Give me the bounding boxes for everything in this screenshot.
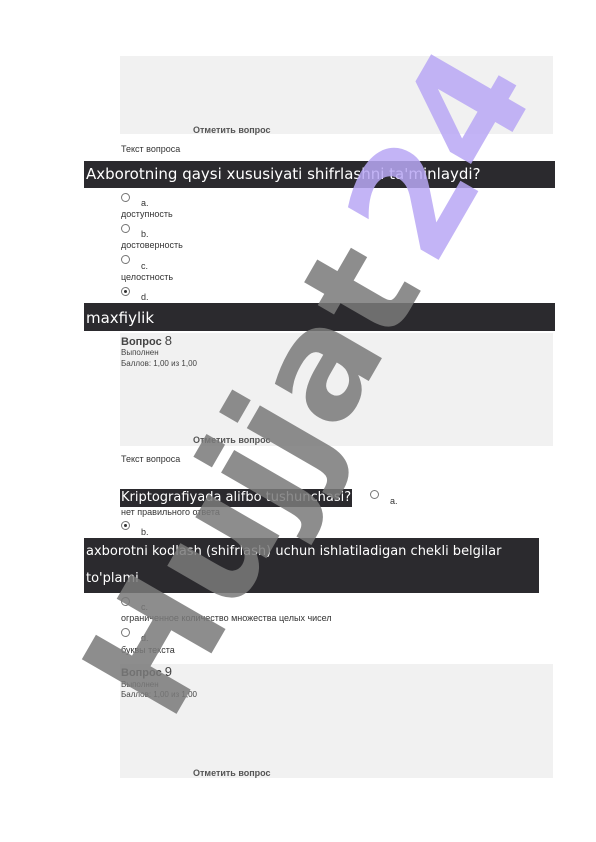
flag-question-link[interactable]: Отметить вопрос: [193, 125, 271, 135]
question-text: Axborotning qaysi xususiyati shifrlashni…: [84, 161, 555, 188]
answer-radio-a[interactable]: [370, 490, 379, 499]
flag-question-link[interactable]: Отметить вопрос: [193, 435, 271, 445]
question-info-panel: [120, 333, 553, 446]
question-status: Выполнен: [121, 680, 159, 689]
question-status: Выполнен: [121, 348, 159, 357]
question-text-label: Текст вопроса: [121, 454, 181, 464]
answer-radio-c[interactable]: [121, 597, 130, 606]
answer-radio-b-selected[interactable]: [121, 521, 130, 530]
selected-answer-text[interactable]: axborotni kodlash (shifrlash) uchun ishl…: [84, 538, 539, 593]
answer-label[interactable]: буквы текста: [121, 645, 175, 655]
answer-label[interactable]: ограниченное количество множества целых …: [121, 613, 332, 623]
question-heading: Вопрос 8: [121, 333, 172, 348]
answer-letter: c.: [141, 261, 149, 271]
question-info-panel: [120, 664, 553, 778]
answer-radio-c[interactable]: [121, 255, 130, 264]
answer-label[interactable]: достоверность: [121, 240, 183, 250]
answer-radio-d[interactable]: [121, 628, 130, 637]
question-number: 9: [164, 664, 173, 679]
answer-label[interactable]: целостность: [121, 272, 173, 282]
answer-letter: a.: [390, 496, 398, 506]
question-title: Вопрос: [121, 336, 162, 348]
question-text: Kriptografiyada alifbo tushunchasi?: [120, 489, 353, 507]
question-text-label: Текст вопроса: [121, 144, 181, 154]
answer-letter: c.: [141, 602, 149, 612]
question-score: Баллов: 1,00 из 1,00: [121, 359, 197, 368]
answer-letter: b.: [141, 229, 149, 239]
selected-answer-text[interactable]: maxfiylik: [84, 303, 555, 331]
answer-label[interactable]: доступность: [121, 209, 173, 219]
answer-letter: d.: [141, 633, 149, 643]
question-title: Вопрос: [121, 667, 162, 679]
question-number: 8: [164, 333, 173, 348]
answer-label[interactable]: нет правильного ответа: [121, 507, 220, 517]
answer-radio-a[interactable]: [121, 193, 130, 202]
question-info-panel: [120, 56, 553, 134]
answer-letter: b.: [141, 527, 149, 537]
answer-letter: a.: [141, 198, 149, 208]
answer-radio-b[interactable]: [121, 224, 130, 233]
flag-question-link[interactable]: Отметить вопрос: [193, 768, 271, 778]
answer-letter: d.: [141, 292, 149, 302]
answer-radio-d-selected[interactable]: [121, 287, 130, 296]
question-heading: Вопрос 9: [121, 664, 172, 679]
question-score: Баллов: 1,00 из 1,00: [121, 690, 197, 699]
